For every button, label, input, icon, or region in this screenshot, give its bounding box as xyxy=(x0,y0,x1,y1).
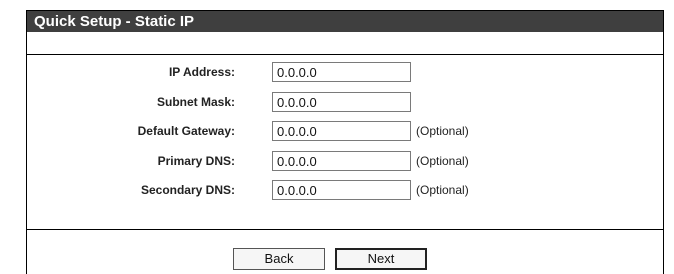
footer-divider xyxy=(27,229,663,230)
header-divider xyxy=(27,54,663,55)
back-button[interactable]: Back xyxy=(233,248,325,270)
ip-address-row: IP Address: xyxy=(27,62,663,84)
secondary-dns-label: Secondary DNS: xyxy=(140,183,235,197)
default-gateway-input[interactable] xyxy=(272,121,411,141)
default-gateway-row: Default Gateway: (Optional) xyxy=(27,121,663,143)
subnet-mask-row: Subnet Mask: xyxy=(27,92,663,114)
ip-address-input[interactable] xyxy=(272,62,411,82)
primary-dns-input[interactable] xyxy=(272,151,411,171)
page-title: Quick Setup - Static IP xyxy=(34,13,195,30)
secondary-dns-row: Secondary DNS: (Optional) xyxy=(27,180,663,202)
subnet-mask-label: Subnet Mask: xyxy=(156,95,235,109)
secondary-dns-input[interactable] xyxy=(272,180,411,200)
next-button[interactable]: Next xyxy=(335,248,427,270)
panel-header: Quick Setup - Static IP xyxy=(27,10,663,32)
primary-dns-label: Primary DNS: xyxy=(157,154,235,168)
subnet-mask-input[interactable] xyxy=(272,92,411,112)
primary-dns-row: Primary DNS: (Optional) xyxy=(27,151,663,173)
primary-dns-optional-note: (Optional) xyxy=(416,154,469,168)
quick-setup-panel: Quick Setup - Static IP IP Address: Subn… xyxy=(26,10,664,274)
secondary-dns-optional-note: (Optional) xyxy=(416,183,469,197)
default-gateway-optional-note: (Optional) xyxy=(416,124,469,138)
default-gateway-label: Default Gateway: xyxy=(137,124,235,138)
ip-address-label: IP Address: xyxy=(168,65,235,79)
